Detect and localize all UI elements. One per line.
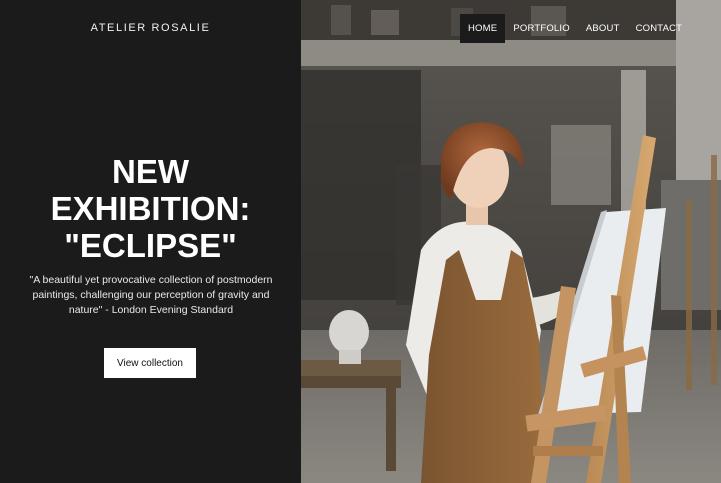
hero-panel: ATELIER ROSALIE NEW EXHIBITION: "ECLIPSE… bbox=[0, 0, 301, 483]
hero-title-line: NEW bbox=[112, 153, 189, 190]
hero-photo bbox=[301, 0, 721, 483]
hero-quote: "A beautiful yet provocative collection … bbox=[29, 274, 273, 316]
hero-title: NEW EXHIBITION: "ECLIPSE" bbox=[0, 153, 301, 264]
brand-logo[interactable]: ATELIER ROSALIE bbox=[0, 22, 301, 34]
nav-item-portfolio[interactable]: PORTFOLIO bbox=[505, 14, 578, 43]
nav-item-home[interactable]: HOME bbox=[460, 14, 506, 43]
hero-title-line: EXHIBITION: bbox=[50, 190, 251, 227]
view-collection-button[interactable]: View collection bbox=[104, 348, 196, 378]
nav-item-contact[interactable]: CONTACT bbox=[628, 14, 691, 43]
nav-item-about[interactable]: ABOUT bbox=[578, 14, 628, 43]
page: ATELIER ROSALIE NEW EXHIBITION: "ECLIPSE… bbox=[0, 0, 721, 483]
main-nav: HOME PORTFOLIO ABOUT CONTACT bbox=[460, 14, 690, 43]
hero-title-line: "ECLIPSE" bbox=[64, 227, 237, 264]
artist-painting-photo bbox=[301, 0, 721, 483]
